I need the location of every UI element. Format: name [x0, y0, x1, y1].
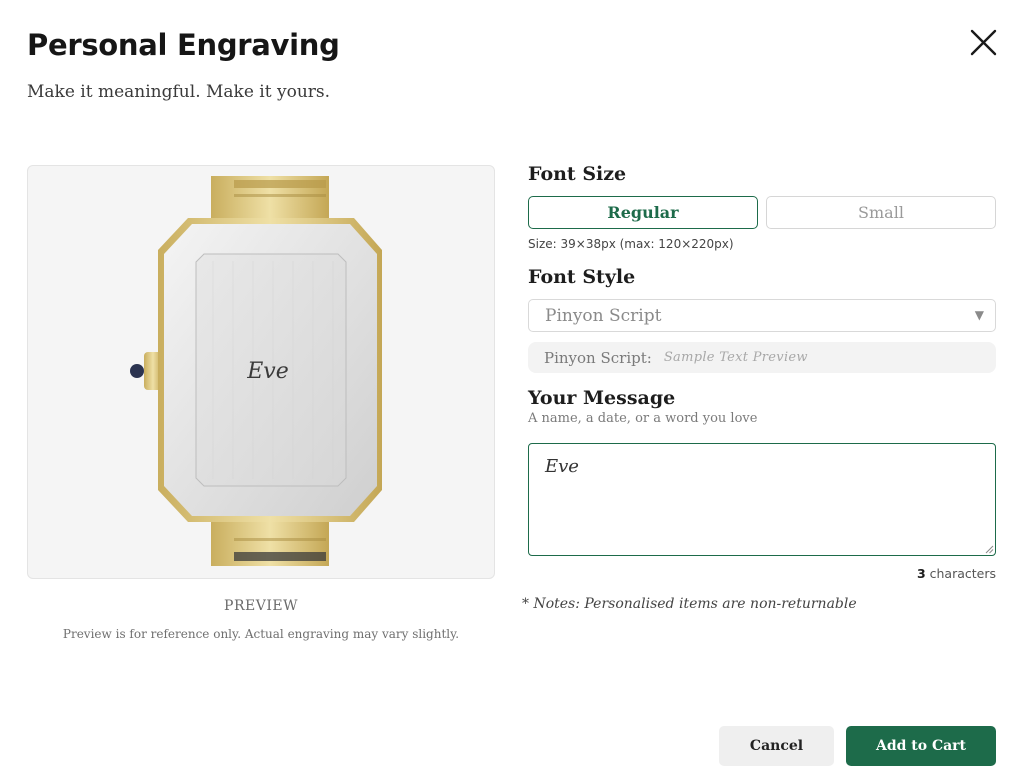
font-size-heading: Font Size: [528, 163, 627, 185]
message-input[interactable]: Eve: [528, 443, 996, 556]
message-hint: A name, a date, or a word you love: [528, 411, 758, 426]
font-preview-label: Pinyon Script:: [544, 348, 652, 367]
dialog-subtitle: Make it meaningful. Make it yours.: [27, 82, 331, 102]
close-icon: [970, 29, 997, 56]
font-style-select[interactable]: Pinyon Script ▼: [528, 299, 996, 332]
character-count: 3 characters: [917, 566, 996, 581]
font-style-preview: Pinyon Script: Sample Text Preview: [528, 342, 996, 373]
font-size-regular-button[interactable]: Regular: [528, 196, 758, 229]
dialog-title: Personal Engraving: [27, 28, 340, 62]
character-count-number: 3: [916, 566, 926, 581]
font-size-small-button[interactable]: Small: [766, 196, 996, 229]
font-size-info: Size: 39×38px (max: 120×220px): [528, 237, 734, 251]
resize-handle-icon[interactable]: [985, 545, 994, 554]
font-style-heading: Font Style: [528, 266, 636, 288]
dropdown-arrow-icon: ▼: [974, 308, 984, 322]
preview-label: PREVIEW: [224, 598, 298, 614]
watch-image: Eve: [130, 176, 382, 566]
font-preview-sample: Sample Text Preview: [663, 350, 808, 365]
character-count-suffix: characters: [925, 566, 996, 581]
your-message-heading: Your Message: [528, 387, 676, 409]
engraving-text: Eve: [246, 359, 289, 384]
returns-note: * Notes: Personalised items are non-retu…: [522, 596, 857, 612]
font-style-selected: Pinyon Script: [545, 305, 662, 326]
cancel-button[interactable]: Cancel: [719, 726, 834, 766]
engraving-preview: Eve: [27, 165, 495, 579]
add-to-cart-button[interactable]: Add to Cart: [846, 726, 996, 766]
close-button[interactable]: [966, 26, 1000, 60]
preview-disclaimer: Preview is for reference only. Actual en…: [62, 627, 460, 641]
